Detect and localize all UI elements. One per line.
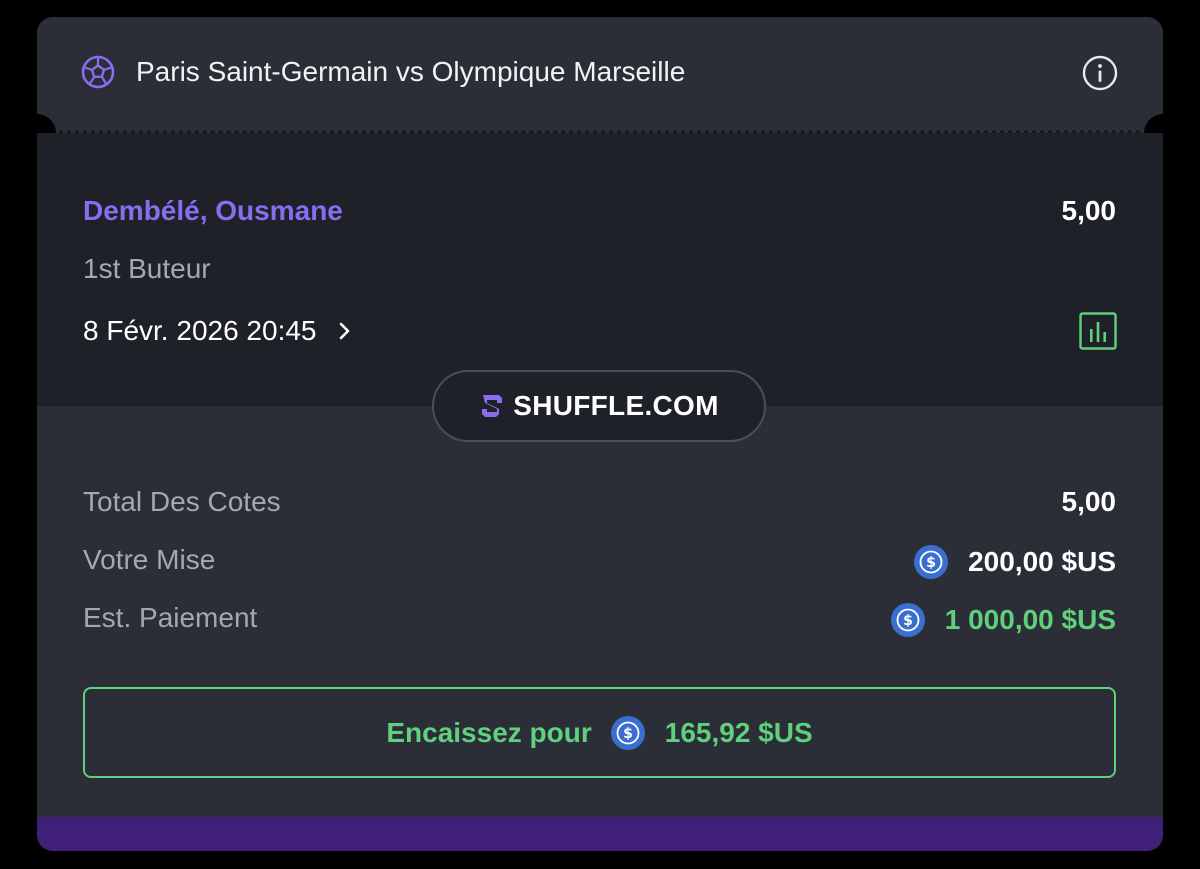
payout-value-wrap: $ 1 000,00 $US — [890, 602, 1116, 638]
shuffle-logo-icon — [482, 395, 503, 417]
stake-label: Votre Mise — [83, 544, 216, 575]
payout-label: Est. Paiement — [83, 602, 258, 633]
cashout-button[interactable]: Encaissez pour $ 165,92 $US — [83, 687, 1116, 778]
cashout-amount: 165,92 $US — [664, 716, 813, 748]
stake-value: 200,00 $US — [968, 546, 1116, 577]
bet-slip-card: Paris Saint-Germain vs Olympique Marseil… — [37, 17, 1163, 851]
page: Paris Saint-Germain vs Olympique Marseil… — [0, 0, 1200, 869]
match-title: Paris Saint-Germain vs Olympique Marseil… — [136, 56, 686, 87]
usdc-coin-icon: $ — [890, 603, 925, 637]
stake-value-wrap: $ 200,00 $US — [913, 544, 1116, 580]
usdc-coin-icon: $ — [610, 715, 645, 750]
payout-row: Est. Paiement $ 1 000,00 $US — [83, 598, 1116, 638]
chevron-right-icon — [339, 322, 349, 340]
selection-odds: 5,00 — [1061, 195, 1117, 226]
info-icon[interactable] — [1082, 55, 1118, 91]
selection-section: Dembélé, Ousmane 5,00 1st Buteur 8 Févr.… — [37, 133, 1163, 406]
svg-text:$: $ — [903, 613, 913, 629]
svg-text:$: $ — [623, 726, 633, 742]
usdc-coin-icon: $ — [914, 545, 949, 579]
footer-bar — [37, 817, 1163, 851]
market-name: 1st Buteur — [83, 253, 211, 284]
total-odds-row: Total Des Cotes 5,00 — [83, 482, 1116, 522]
stake-row: Votre Mise $ 200,00 $US — [83, 540, 1116, 580]
brand-name: SHUFFLE.COM — [513, 390, 719, 421]
player-name[interactable]: Dembélé, Ousmane — [83, 195, 343, 227]
payout-value: 1 000,00 $US — [944, 604, 1116, 635]
total-odds-label: Total Des Cotes — [83, 486, 281, 517]
total-odds-value: 5,00 — [1061, 486, 1117, 517]
event-datetime-link[interactable]: 8 Févr. 2026 20:45 — [83, 314, 355, 348]
soccer-ball-icon — [81, 55, 115, 89]
cashout-label: Encaissez pour — [386, 716, 592, 748]
svg-text:$: $ — [926, 555, 936, 571]
brand-badge: SHUFFLE.COM — [432, 370, 766, 442]
bet-header: Paris Saint-Germain vs Olympique Marseil… — [37, 17, 1163, 131]
bar-chart-icon[interactable] — [1079, 312, 1117, 350]
event-datetime: 8 Févr. 2026 20:45 — [83, 315, 317, 346]
